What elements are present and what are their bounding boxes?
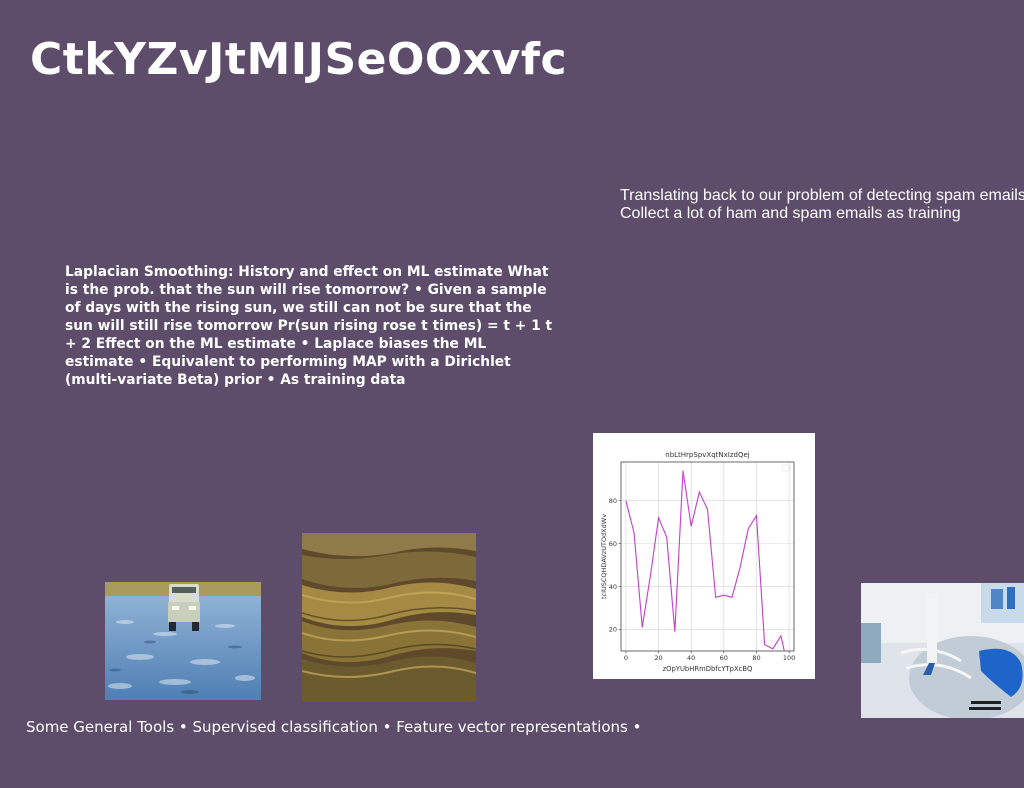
footer-text: Some General Tools • Supervised classifi… [26, 718, 642, 736]
legend-box [781, 464, 791, 472]
x-tick-label-0: 0 [624, 654, 628, 662]
side-text-line-2: Collect a lot of ham and spam emails as … [620, 205, 961, 222]
y-axis-label: tcIUSCQHDAVzUTOdXdWv [600, 514, 608, 599]
line-chart-svg: 0 20 40 60 80 100 20 40 60 80 nbLtHrpSpvXqtNxIzdQe… [600, 451, 795, 673]
x-tick-label-1: 20 [654, 654, 662, 662]
x-tick-label-3: 60 [720, 654, 728, 662]
x-tick-label-4: 80 [752, 654, 760, 662]
landrover-photo [105, 582, 261, 700]
y-tick-label-3: 80 [609, 497, 617, 505]
waves-photo [302, 533, 476, 702]
slide-title: CtkYZvJtMIJSeOOxvfc [30, 34, 568, 85]
x-axis-label: zOpYUbHRmDbfcYTpXcBQ [663, 665, 753, 673]
y-tick-label-2: 60 [609, 540, 617, 548]
y-tick-label-1: 40 [609, 583, 617, 591]
x-tick-label-5: 100 [783, 654, 795, 662]
x-tick-label-2: 40 [687, 654, 695, 662]
plot-frame [620, 461, 795, 652]
y-tick-label-0: 20 [609, 626, 617, 634]
chart-title: nbLtHrpSpvXqtNxIzdQej [665, 451, 749, 459]
interior-photo [861, 583, 1024, 718]
body-text: Laplacian Smoothing: History and effect … [65, 264, 553, 388]
side-text-line-1: Translating back to our problem of detec… [620, 187, 1024, 204]
side-text: Translating back to our problem of detec… [620, 187, 1024, 223]
line-chart: 0 20 40 60 80 100 20 40 60 80 nbLtHrpSpvXqtNxIzdQe… [593, 433, 815, 679]
